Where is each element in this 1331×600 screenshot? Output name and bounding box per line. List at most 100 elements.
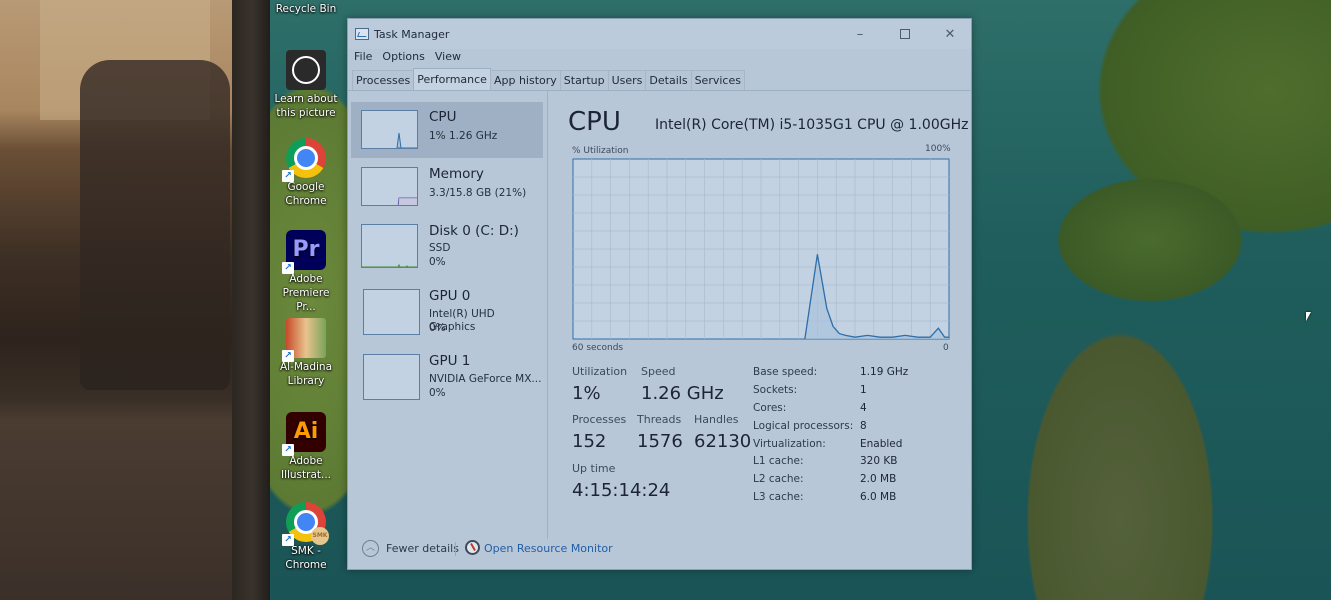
- desktop-icon-al-madina-library[interactable]: ↗ Al-Madina Library: [274, 318, 338, 388]
- disk-mini-graph: [361, 224, 418, 268]
- tab-divider: [348, 90, 971, 91]
- footer-bar: ︿ Fewer details Open Resource Monitor: [348, 536, 971, 569]
- memory-summary: 3.3/15.8 GB (21%): [429, 187, 527, 199]
- resource-title: CPU: [568, 107, 621, 137]
- sidebar-item-gpu-0[interactable]: GPU 0 Intel(R) UHD Graphics 0%: [351, 281, 543, 341]
- cpu-model: Intel(R) Core(TM) i5-1035G1 CPU @ 1.00GH…: [655, 117, 969, 133]
- disk-type: SSD: [429, 242, 451, 254]
- shortcut-arrow-icon: ↗: [282, 534, 294, 546]
- spec-value: 1: [860, 384, 867, 396]
- sidebar-item-gpu-1[interactable]: GPU 1 NVIDIA GeForce MX... 0%: [351, 346, 543, 406]
- processes-label: Processes: [572, 413, 627, 426]
- graph-x-start-label: 60 seconds: [572, 343, 624, 353]
- premiere-glyph: Pr: [292, 237, 320, 262]
- chevron-up-icon: ︿: [362, 540, 379, 557]
- fewer-details-label: Fewer details: [386, 542, 459, 555]
- memory-name: Memory: [429, 166, 484, 182]
- menu-file[interactable]: File: [354, 50, 372, 68]
- tab-services[interactable]: Services: [690, 70, 745, 90]
- tab-app-history[interactable]: App history: [489, 70, 561, 90]
- gpu0-model: Intel(R) UHD Graphics: [429, 308, 495, 333]
- profile-badge: SMK: [311, 527, 329, 545]
- shortcut-arrow-icon: ↗: [282, 170, 294, 182]
- menu-options[interactable]: Options: [382, 50, 424, 68]
- shortcut-arrow-icon: ↗: [282, 262, 294, 274]
- cpu-chart-svg: [572, 158, 950, 340]
- threads-label: Threads: [637, 413, 682, 426]
- cpu-summary: 1% 1.26 GHz: [429, 130, 498, 142]
- handles-value: 62130: [694, 431, 752, 452]
- maximize-button[interactable]: [885, 23, 925, 45]
- learn-picture-icon: [286, 50, 326, 90]
- spec-value: 4: [860, 402, 867, 414]
- chrome-profile-icon: SMK ↗: [282, 502, 329, 546]
- menu-bar: File Options View: [348, 50, 461, 68]
- footer-divider: [455, 542, 456, 556]
- desktop-icon-adobe-premiere[interactable]: Pr ↗ Adobe Premiere Pr...: [274, 230, 338, 314]
- library-icon: ↗: [282, 318, 326, 362]
- cpu-mini-graph: [361, 110, 418, 149]
- gpu0-usage: 0%: [429, 322, 446, 334]
- threads-value: 1576: [637, 431, 683, 452]
- speed-label: Speed: [641, 365, 676, 378]
- tab-users[interactable]: Users: [607, 70, 647, 90]
- panel-divider[interactable]: [547, 91, 548, 539]
- shortcut-arrow-icon: ↗: [282, 350, 294, 362]
- minimize-button[interactable]: –: [840, 23, 880, 45]
- spec-label: L2 cache:: [753, 473, 804, 485]
- desktop-icon-label: Al-Madina Library: [279, 361, 333, 387]
- desktop-icon-google-chrome[interactable]: ↗ Google Chrome: [274, 138, 338, 208]
- memory-mini-graph: [361, 167, 418, 206]
- desktop-icon-label: Adobe Premiere Pr...: [282, 273, 330, 313]
- spec-value: 8: [860, 420, 867, 432]
- spec-value: 1.19 GHz: [860, 366, 909, 378]
- graph-x-end-label: 0: [943, 343, 949, 353]
- background-room-photo: [0, 0, 240, 600]
- resource-monitor-icon: [465, 540, 480, 555]
- desktop-icon-learn-about-picture[interactable]: Learn about this picture: [274, 50, 338, 120]
- minimize-icon: –: [856, 26, 864, 42]
- resource-sidebar: CPU 1% 1.26 GHz Memory 3.3/15.8 GB (21%)…: [351, 99, 547, 529]
- handles-label: Handles: [694, 413, 739, 426]
- graph-y-max: 100%: [925, 144, 951, 154]
- tab-startup[interactable]: Startup: [559, 70, 609, 90]
- desktop-icon-smk-chrome[interactable]: SMK ↗ SMK - Chrome: [274, 502, 338, 572]
- cpu-utilization-chart: [572, 158, 950, 340]
- tab-bar: Processes Performance App history Startu…: [352, 68, 745, 90]
- processes-value: 152: [572, 431, 607, 452]
- task-manager-window: Task Manager – ✕ File Options View Proce…: [347, 18, 972, 570]
- title-bar[interactable]: Task Manager – ✕: [348, 19, 971, 49]
- spec-value: 2.0 MB: [860, 473, 897, 485]
- close-button[interactable]: ✕: [930, 23, 970, 45]
- task-manager-app-icon: [355, 28, 369, 40]
- desktop-icon-label: SMK - Chrome: [285, 545, 327, 571]
- laptop-bezel: [232, 0, 272, 600]
- gpu1-mini-graph: [363, 354, 420, 400]
- spec-label: Sockets:: [753, 384, 798, 396]
- maximize-icon: [900, 29, 910, 39]
- cpu-name: CPU: [429, 109, 457, 125]
- shortcut-arrow-icon: ↗: [282, 444, 294, 456]
- mouse-cursor-icon: [1306, 312, 1311, 321]
- sidebar-item-memory[interactable]: Memory 3.3/15.8 GB (21%): [351, 159, 543, 215]
- spec-value: Enabled: [860, 438, 903, 450]
- tab-processes[interactable]: Processes: [352, 70, 415, 90]
- gpu1-usage: 0%: [429, 387, 446, 399]
- utilization-label: Utilization: [572, 365, 628, 378]
- recycle-bin-label: Recycle Bin: [275, 3, 337, 15]
- window-title: Task Manager: [374, 28, 450, 41]
- premiere-icon: Pr ↗: [282, 230, 326, 274]
- speed-value: 1.26 GHz: [641, 383, 724, 404]
- tab-details[interactable]: Details: [645, 70, 692, 90]
- graph-y-label: % Utilization: [572, 146, 629, 156]
- desktop-icon-recycle-bin[interactable]: Recycle Bin: [274, 2, 338, 16]
- spec-value: 6.0 MB: [860, 491, 897, 503]
- disk-usage: 0%: [429, 256, 446, 268]
- tab-performance[interactable]: Performance: [413, 68, 491, 90]
- menu-view[interactable]: View: [435, 50, 461, 68]
- sidebar-item-disk-0[interactable]: Disk 0 (C: D:) SSD 0%: [351, 216, 543, 276]
- desktop-icon-adobe-illustrator[interactable]: Ai ↗ Adobe Illustrat...: [274, 412, 338, 482]
- chrome-icon: ↗: [282, 138, 326, 182]
- sidebar-item-cpu[interactable]: CPU 1% 1.26 GHz: [351, 102, 543, 158]
- illustrator-glyph: Ai: [293, 419, 319, 444]
